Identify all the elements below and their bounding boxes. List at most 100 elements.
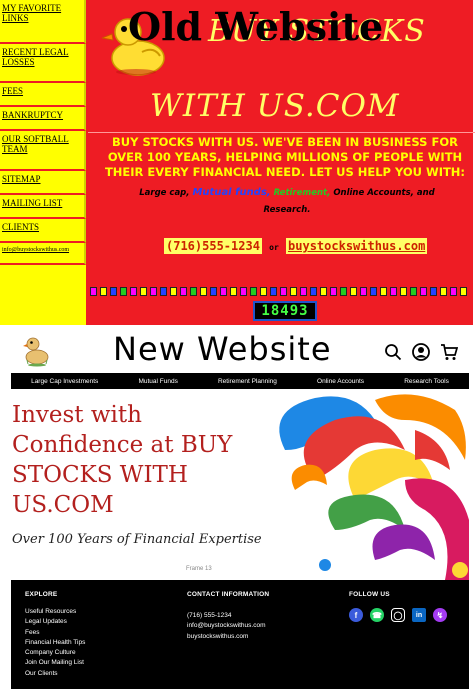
old-pitch-text: BUY STOCKS WITH US. WE'VE BEEN IN BUSINE… (104, 135, 466, 179)
decorative-dot (200, 287, 207, 296)
old-sidebar: MY FAVORITE LINKS RECENT LEGAL LOSSES FE… (0, 0, 86, 325)
footer-link-fees[interactable]: Fees (25, 628, 85, 638)
footer-link-legal-updates[interactable]: Legal Updates (25, 617, 85, 627)
whatsapp-icon[interactable]: ☎ (370, 608, 384, 622)
old-product-research: Research. (263, 205, 311, 215)
decorative-dot (260, 287, 267, 296)
abstract-swirl-art (279, 394, 469, 580)
decorative-dot (390, 287, 397, 296)
old-link-bankruptcy[interactable]: BANKRUPTCY (0, 107, 86, 131)
footer-explore-list: Useful Resources Legal Updates Fees Fina… (25, 607, 85, 679)
footer-contact-title: CONTACT INFORMATION (187, 591, 270, 598)
decorative-dot (310, 287, 317, 296)
messenger-icon[interactable]: ↯ (433, 608, 447, 622)
footer-contact-email[interactable]: info@buystockswithus.com (187, 621, 266, 631)
old-url-link[interactable]: buystockswithus.com (286, 238, 428, 254)
decorative-dot (290, 287, 297, 296)
footer-follow-title: FOLLOW US (349, 591, 390, 598)
footer-explore-title: EXPLORE (25, 591, 58, 598)
old-website-title: Old Website (128, 4, 384, 49)
old-link-clients[interactable]: CLIENTS (0, 219, 86, 243)
decorative-dot (450, 287, 457, 296)
footer-contact-url[interactable]: buystockswithus.com (187, 632, 266, 642)
decorative-dot (90, 287, 97, 296)
decorative-dot (180, 287, 187, 296)
decorative-dot (380, 287, 387, 296)
decorative-dot (140, 287, 147, 296)
main-nav: Large Cap Investments Mutual Funds Retir… (11, 373, 469, 389)
decorative-dot (240, 287, 247, 296)
footer-link-mailing-list[interactable]: Join Our Mailing List (25, 658, 85, 668)
old-or-text: or (269, 243, 279, 252)
old-website-panel: MY FAVORITE LINKS RECENT LEGAL LOSSES FE… (0, 0, 475, 325)
old-link-softball-team[interactable]: OUR SOFTBALL TEAM (0, 131, 86, 171)
old-link-favorite-links[interactable]: MY FAVORITE LINKS (0, 0, 86, 44)
footer-link-financial-health-tips[interactable]: Financial Health Tips (25, 638, 85, 648)
old-visitor-counter: 18493 (253, 301, 317, 321)
old-contact-line: (716)555-1234 or buystockswithus.com (164, 238, 428, 254)
old-link-sitemap[interactable]: SITEMAP (0, 171, 86, 195)
hero-subheading: Over 100 Years of Financial Expertise (12, 532, 262, 547)
decorative-dot (130, 287, 137, 296)
linkedin-icon[interactable]: in (412, 608, 426, 622)
decorative-dot (420, 287, 427, 296)
footer-link-company-culture[interactable]: Company Culture (25, 648, 85, 658)
decorative-dot (410, 287, 417, 296)
facebook-icon[interactable]: f (349, 608, 363, 622)
decorative-dot (120, 287, 127, 296)
nav-large-cap-investments[interactable]: Large Cap Investments (31, 378, 98, 385)
decorative-dot (220, 287, 227, 296)
nav-retirement-planning[interactable]: Retirement Planning (218, 378, 277, 385)
search-icon[interactable] (384, 343, 402, 361)
footer-contact-list: (716) 555-1234 info@buystockswithus.com … (187, 611, 266, 642)
decorative-dot (170, 287, 177, 296)
old-product-online-accounts: Online Accounts, and (333, 188, 435, 198)
decorative-dot (100, 287, 107, 296)
duck-logo-icon[interactable] (22, 333, 50, 367)
footer-contact-phone[interactable]: (716) 555-1234 (187, 611, 266, 621)
header-icons (384, 343, 458, 361)
decorative-dot (250, 287, 257, 296)
decorative-dot (340, 287, 347, 296)
hero-section: Invest with Confidence at BUY STOCKS WIT… (11, 390, 469, 580)
footer: EXPLORE Useful Resources Legal Updates F… (11, 580, 469, 689)
decorative-dot (320, 287, 327, 296)
decorative-dot (300, 287, 307, 296)
new-header: New Website (8, 327, 469, 372)
account-icon[interactable] (412, 343, 430, 361)
decorative-dot (460, 287, 467, 296)
footer-link-useful-resources[interactable]: Useful Resources (25, 607, 85, 617)
decorative-dot (350, 287, 357, 296)
decorative-dot (110, 287, 117, 296)
nav-online-accounts[interactable]: Online Accounts (317, 378, 364, 385)
old-product-mutual-funds: Mutual funds, (192, 187, 271, 198)
old-main-content: BUY STOCKS Old Website WITH US.COM BUY S… (88, 0, 475, 325)
decorative-dot (440, 287, 447, 296)
decorative-dot (150, 287, 157, 296)
hero-heading: Invest with Confidence at BUY STOCKS WIT… (12, 402, 233, 518)
instagram-icon[interactable]: ◯ (391, 608, 405, 622)
decorative-dot (190, 287, 197, 296)
cart-icon[interactable] (440, 343, 458, 361)
frame-label: Frame 13 (186, 566, 212, 572)
decorative-dot (160, 287, 167, 296)
nav-research-tools[interactable]: Research Tools (404, 378, 449, 385)
decorative-dot (210, 287, 217, 296)
old-link-fees[interactable]: FEES (0, 83, 86, 107)
old-link-legal-losses[interactable]: RECENT LEGAL LOSSES (0, 44, 86, 83)
decorative-dot (230, 287, 237, 296)
decorative-dot (430, 287, 437, 296)
decorative-dot (360, 287, 367, 296)
old-link-email[interactable]: info@buystockswithus.com (0, 243, 86, 265)
decorative-dot (330, 287, 337, 296)
nav-mutual-funds[interactable]: Mutual Funds (138, 378, 177, 385)
old-brand-line-2: WITH US.COM (150, 88, 400, 124)
decorative-dot (280, 287, 287, 296)
decorative-dot (400, 287, 407, 296)
footer-link-our-clients[interactable]: Our Clients (25, 669, 85, 679)
old-link-mailing-list[interactable]: MAILING LIST (0, 195, 86, 219)
social-links: f ☎ ◯ in ↯ (349, 608, 447, 622)
old-phone[interactable]: (716)555-1234 (164, 238, 262, 254)
new-website-title: New Website (113, 330, 332, 368)
new-website-panel: New Website Large Cap Investments Mutual… (8, 327, 469, 689)
